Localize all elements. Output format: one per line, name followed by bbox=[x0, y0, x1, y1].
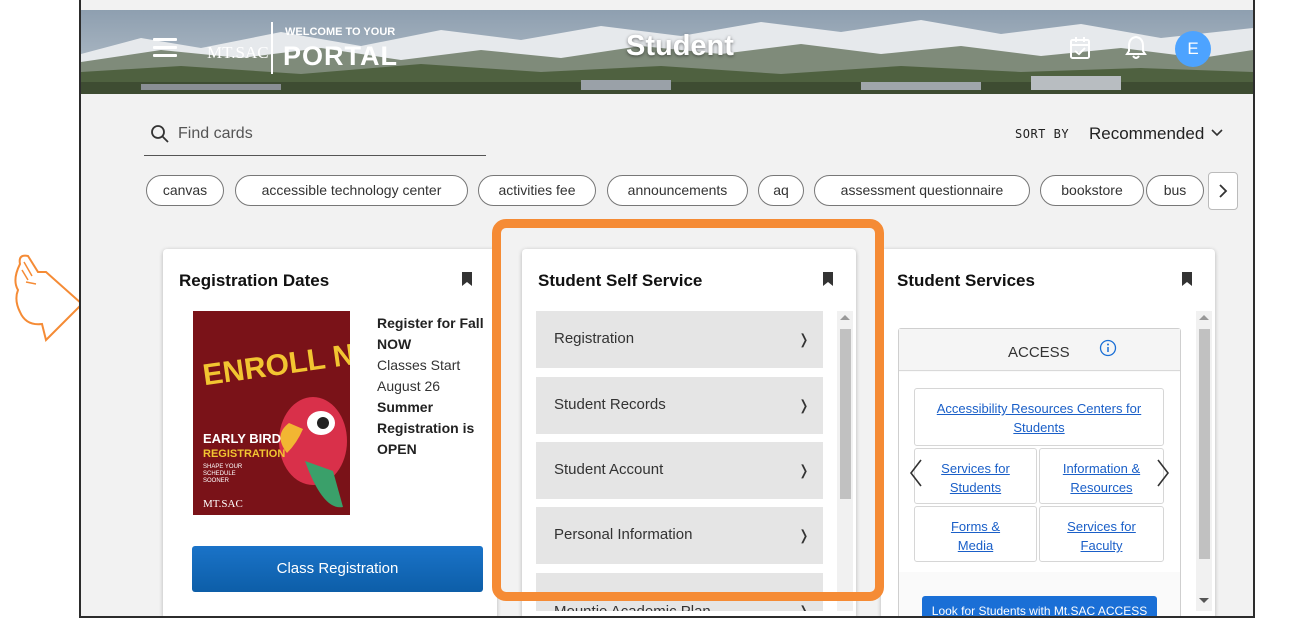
card-student-services: Student Services ACCESS Accessibility Re… bbox=[881, 249, 1215, 616]
poster-line-1: EARLY BIRD bbox=[203, 431, 281, 446]
chip-bookstore[interactable]: bookstore bbox=[1040, 175, 1144, 206]
poster-line-5: SOONER bbox=[203, 478, 230, 484]
poster-line-4: SCHEDULE bbox=[203, 471, 236, 477]
highlight-box bbox=[492, 219, 884, 601]
registration-info-text: Register for Fall NOW Classes Start Augu… bbox=[377, 313, 497, 460]
mtsac-logo-text: MT.SAC bbox=[207, 43, 269, 62]
link-information-resources[interactable]: Information & Resources bbox=[1039, 448, 1164, 504]
access-links-grid: Accessibility Resources Centers for Stud… bbox=[899, 372, 1180, 572]
chip-canvas[interactable]: canvas bbox=[146, 175, 224, 206]
link-services-for-students[interactable]: Services for Students bbox=[914, 448, 1037, 504]
portal-frame: MT.SAC WELCOME TO YOUR PORTAL Student E bbox=[79, 0, 1255, 618]
chevron-right-icon bbox=[1219, 184, 1228, 198]
avatar[interactable]: E bbox=[1175, 31, 1211, 67]
chip-activities-fee[interactable]: activities fee bbox=[478, 175, 596, 206]
access-header: ACCESS bbox=[899, 329, 1180, 371]
bell-icon[interactable] bbox=[1125, 34, 1147, 60]
classes-start-text: Classes Start August 26 bbox=[377, 357, 461, 394]
enroll-now-poster-image: ENROLL NOW EARLY BIRD REGISTRATION SHAPE… bbox=[193, 311, 350, 515]
scrollbar-thumb[interactable] bbox=[1199, 329, 1210, 559]
bookmark-icon[interactable] bbox=[461, 271, 473, 287]
carousel-next-icon[interactable] bbox=[1156, 458, 1170, 488]
scroll-up-icon[interactable] bbox=[1199, 315, 1209, 320]
link-accessibility-resources[interactable]: Accessibility Resources Centers for Stud… bbox=[914, 388, 1164, 446]
card-registration-dates: Registration Dates ENROLL NOW EARLY BIRD… bbox=[163, 249, 497, 616]
link-forms-media[interactable]: Forms & Media bbox=[914, 506, 1037, 562]
card-title: Registration Dates bbox=[179, 271, 330, 290]
class-registration-button[interactable]: Class Registration bbox=[192, 546, 483, 592]
register-fall-text: Register for Fall NOW bbox=[377, 315, 484, 352]
student-services-scrollbar[interactable] bbox=[1196, 311, 1212, 611]
bookmark-icon[interactable] bbox=[1181, 271, 1193, 287]
poster-line-2: REGISTRATION bbox=[203, 448, 285, 460]
access-title: ACCESS bbox=[1008, 344, 1070, 361]
logo-welcome-text: WELCOME TO YOUR bbox=[285, 26, 396, 38]
poster-graphic: ENROLL NOW EARLY BIRD REGISTRATION SHAPE… bbox=[193, 311, 350, 515]
sort-dropdown[interactable]: Recommended bbox=[1089, 124, 1204, 144]
link-services-for-faculty[interactable]: Services for Faculty bbox=[1039, 506, 1164, 562]
chip-announcements[interactable]: announcements bbox=[607, 175, 748, 206]
menu-icon[interactable] bbox=[153, 38, 177, 58]
logo-portal-text: PORTAL bbox=[283, 41, 398, 71]
calendar-check-icon[interactable] bbox=[1069, 36, 1091, 60]
screenshot-stage: MT.SAC WELCOME TO YOUR PORTAL Student E bbox=[0, 0, 1294, 618]
info-icon[interactable] bbox=[1099, 339, 1117, 357]
logo-divider bbox=[271, 22, 273, 74]
list-item-label: Mountie Academic Plan bbox=[554, 603, 711, 611]
sort-label: SORT BY bbox=[1015, 127, 1070, 141]
chip-bus[interactable]: bus bbox=[1146, 175, 1204, 206]
chevron-down-icon[interactable] bbox=[1210, 126, 1224, 140]
search-bar bbox=[144, 120, 486, 156]
search-input[interactable] bbox=[178, 122, 478, 146]
annotation-arrow-icon bbox=[14, 254, 84, 342]
chevron-right-icon: ❭ bbox=[798, 603, 810, 611]
access-search-button[interactable]: Look for Students with Mt.SAC ACCESS bbox=[922, 596, 1157, 616]
page-title: Student bbox=[626, 30, 734, 62]
chip-accessible-technology-center[interactable]: accessible technology center bbox=[235, 175, 468, 206]
poster-logo: MT.SAC bbox=[203, 498, 243, 510]
chip-aq[interactable]: aq bbox=[758, 175, 804, 206]
chips-scroll-right-button[interactable] bbox=[1208, 172, 1238, 210]
header-banner: MT.SAC WELCOME TO YOUR PORTAL Student E bbox=[81, 10, 1253, 94]
scroll-down-icon[interactable] bbox=[1199, 598, 1209, 603]
filter-chips: canvas accessible technology center acti… bbox=[146, 175, 1206, 207]
summer-registration-text: Summer Registration is OPEN bbox=[377, 399, 475, 457]
chip-assessment-questionnaire[interactable]: assessment questionnaire bbox=[814, 175, 1030, 206]
carousel-prev-icon[interactable] bbox=[909, 458, 923, 488]
poster-line-3: SHAPE YOUR bbox=[203, 464, 243, 470]
card-title: Student Services bbox=[897, 271, 1035, 290]
search-icon bbox=[151, 125, 169, 143]
access-panel: ACCESS Accessibility Resources Centers f… bbox=[898, 328, 1181, 616]
